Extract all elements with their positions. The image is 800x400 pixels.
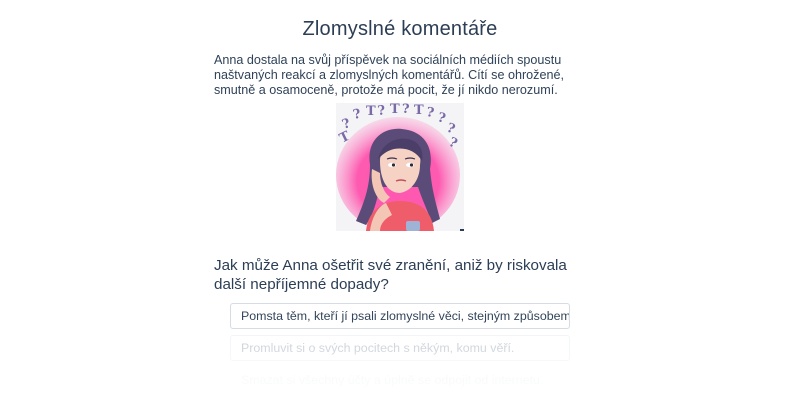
answer-option-1[interactable]: Pomsta těm, kteří jí psali zlomyslné věc…	[230, 303, 570, 329]
quiz-page: Zlomyslné komentáře Anna dostala na svůj…	[0, 0, 800, 400]
scenario-text: Anna dostala na svůj příspěvek na sociál…	[214, 53, 564, 97]
svg-text:?: ?	[402, 103, 410, 117]
answer-option-3[interactable]: Smazat si všechny účty a úplně se odpoji…	[230, 367, 570, 393]
svg-text:T: T	[414, 103, 424, 118]
girl-with-question-marks-illustration: ? ? T ? T ? T ? ? ? ? T	[336, 102, 464, 233]
answer-option-2[interactable]: Promluvit si o svých pocitech s někým, k…	[230, 335, 570, 361]
svg-text:T: T	[390, 103, 400, 117]
page-title: Zlomyslné komentáře	[302, 18, 498, 40]
answer-options: Pomsta těm, kteří jí psali zlomyslné věc…	[230, 303, 570, 399]
question-text: Jak může Anna ošetřit své zranění, aniž …	[214, 257, 567, 293]
svg-text:T: T	[366, 104, 376, 119]
